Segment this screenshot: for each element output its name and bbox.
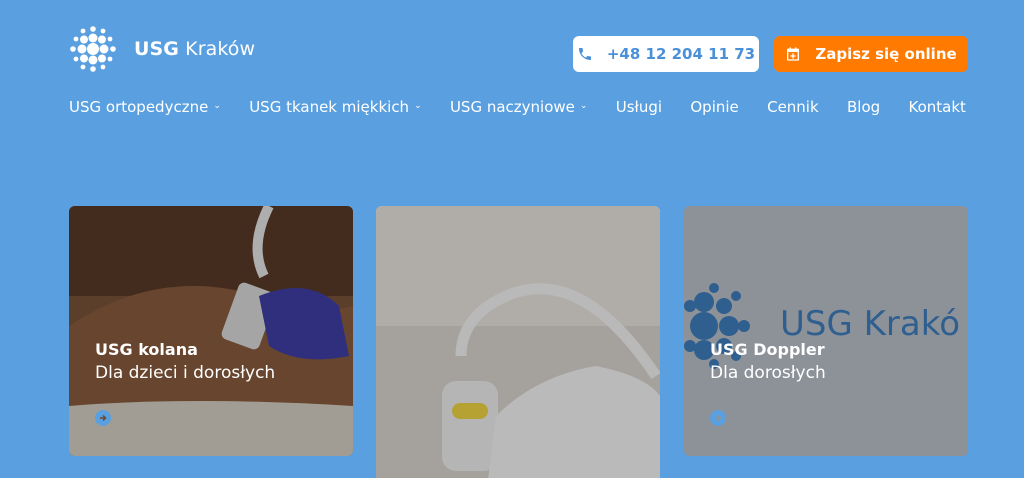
calendar-plus-icon [787, 47, 800, 61]
service-card-usg-kolana[interactable]: USG kolana Dla dzieci i dorosłych [69, 206, 353, 456]
card-image-ultrasound-probe [376, 206, 660, 478]
nav-item-uslugi[interactable]: Usługi [616, 98, 662, 116]
nav-item-label: Opinie [690, 98, 739, 116]
logo-brand: USG [134, 38, 180, 60]
arrow-right-circle-icon[interactable] [95, 410, 111, 426]
nav-item-label: Cennik [767, 98, 819, 116]
card-image-knee-ultrasound [69, 206, 353, 456]
book-online-button[interactable]: Zapisz się online [774, 36, 968, 72]
book-online-label: Zapisz się online [815, 45, 957, 63]
phone-number: +48 12 204 11 73 [606, 45, 756, 63]
chevron-down-icon: ⌄ [579, 100, 588, 111]
nav-item-label: Usługi [615, 98, 663, 116]
logo-city: Kraków [185, 38, 256, 60]
phone-button[interactable]: +48 12 204 11 73 [573, 36, 759, 72]
logo-text: USG Kraków [134, 38, 255, 60]
nav-item-label: USG naczyniowe [449, 98, 575, 116]
nav-item-usg-naczyniowe[interactable]: USG naczyniowe ⌄ [450, 98, 587, 116]
main-nav: USG ortopedyczne ⌄ USG tkanek miękkich ⌄… [69, 98, 966, 116]
logo-dots-icon [70, 26, 116, 72]
card-subtitle: Dla dzieci i dorosłych [95, 363, 276, 383]
phone-icon [578, 48, 591, 60]
card-subtitle: Dla dorosłych [710, 363, 826, 383]
chevron-down-icon: ⌄ [414, 100, 422, 111]
arrow-right-circle-icon[interactable] [710, 410, 726, 426]
chevron-down-icon: ⌄ [213, 100, 221, 111]
logo-watermark-text: USG Krakó [780, 304, 961, 344]
nav-item-usg-ortopedyczne[interactable]: USG ortopedyczne ⌄ [69, 98, 221, 116]
nav-item-opinie[interactable]: Opinie [690, 98, 738, 116]
nav-item-blog[interactable]: Blog [847, 98, 880, 116]
nav-item-kontakt[interactable]: Kontakt [909, 98, 966, 116]
nav-item-cennik[interactable]: Cennik [767, 98, 819, 116]
nav-item-usg-tkanek-miekkich[interactable]: USG tkanek miękkich ⌄ [249, 98, 421, 116]
nav-item-label: USG tkanek miękkich [249, 98, 410, 116]
nav-item-label: USG ortopedyczne [69, 98, 209, 116]
site-logo[interactable]: USG Kraków [68, 24, 255, 74]
service-card-ultrasound-probe[interactable] [376, 206, 660, 478]
card-title: USG kolana [95, 340, 198, 359]
service-card-usg-doppler[interactable]: USG Krakó USG Doppler Dla dorosłych [684, 206, 968, 456]
nav-item-label: Blog [847, 98, 881, 116]
nav-item-label: Kontakt [908, 98, 966, 116]
card-title: USG Doppler [710, 340, 825, 359]
